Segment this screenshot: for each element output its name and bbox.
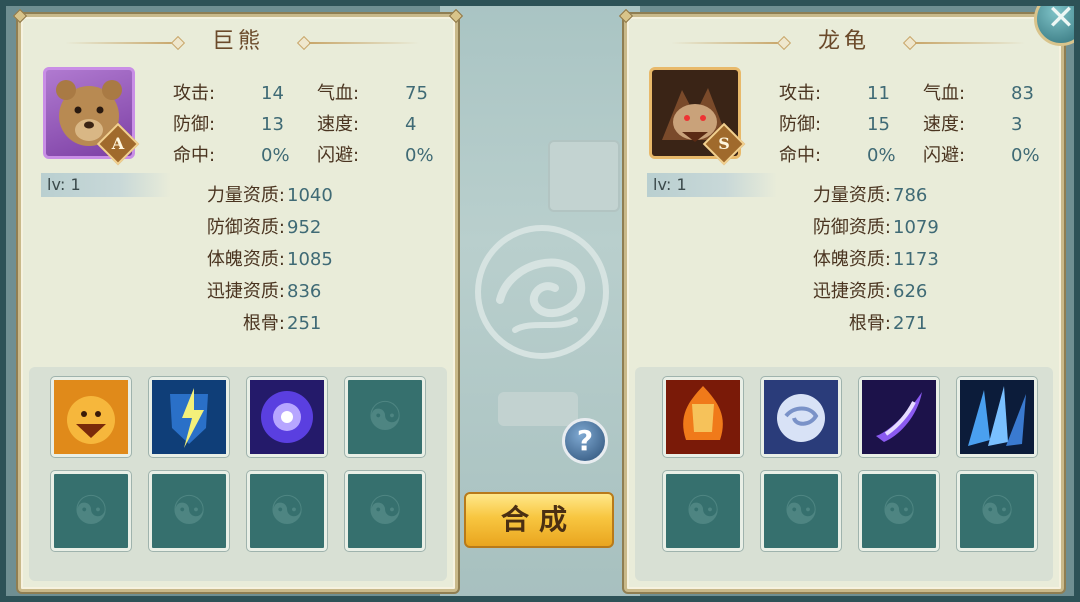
- stat-attack: 攻击: 14: [173, 83, 284, 104]
- pet-name: 巨熊: [211, 29, 264, 54]
- aptitude-agility: 迅捷资质: 626: [812, 281, 928, 302]
- stat-attack: 攻击: 11: [779, 83, 890, 104]
- pet-panel-left: 巨熊 A lv: 1 攻击: 14 气血: 75 防御: 13 速度: 4 命中: 0% …: [12, 8, 464, 592]
- skill-slot-empty[interactable]: [247, 471, 327, 551]
- corner-ornament: [12, 8, 28, 24]
- dragon-emblem-icon: [475, 225, 609, 359]
- lock-decoration: [498, 392, 578, 426]
- seal-decoration: [548, 140, 620, 212]
- skill-slot-empty[interactable]: [345, 471, 425, 551]
- skill-slot[interactable]: [663, 377, 743, 457]
- aptitude-defense: 防御资质: 1079: [812, 217, 939, 238]
- aptitude-defense: 防御资质: 952: [206, 217, 322, 238]
- wind-orb-icon: [764, 380, 838, 454]
- stat-dodge: 闪避: 0%: [317, 145, 434, 166]
- level-bar: lv: 1: [647, 173, 777, 197]
- skill-slot-empty[interactable]: [663, 471, 743, 551]
- pet-title: 巨熊: [21, 25, 455, 59]
- skill-slot[interactable]: [957, 377, 1037, 457]
- stat-dodge: 闪避: 0%: [923, 145, 1040, 166]
- stat-hit: 命中: 0%: [173, 145, 290, 166]
- lightning-shield-icon: [152, 380, 226, 454]
- level-bar: lv: 1: [41, 173, 171, 197]
- purple-slash-icon: [862, 380, 936, 454]
- aptitude-physique: 体魄资质: 1173: [812, 249, 939, 270]
- help-button[interactable]: ?: [562, 418, 608, 464]
- aptitude-agility: 迅捷资质: 836: [206, 281, 322, 302]
- level-text: lv: 1: [653, 175, 687, 194]
- stat-defense: 防御: 15: [779, 114, 890, 135]
- skill-slot-empty[interactable]: [345, 377, 425, 457]
- skill-slot[interactable]: [149, 377, 229, 457]
- grade-letter: A: [111, 134, 125, 153]
- stat-hp: 气血: 75: [317, 83, 428, 104]
- lion-roar-icon: [54, 380, 128, 454]
- aptitude-bone: 根骨: 271: [848, 313, 928, 334]
- skill-slot[interactable]: [247, 377, 327, 457]
- level-text: lv: 1: [47, 175, 81, 194]
- skill-slot-empty[interactable]: [859, 471, 939, 551]
- skill-slot-empty[interactable]: [761, 471, 841, 551]
- pet-panel-right: 龙龟 S lv: 1 攻击: 11 气血: 83 防御: 15 速度: 3 命中: 0% …: [618, 8, 1064, 592]
- pet-name: 龙龟: [817, 29, 870, 54]
- ice-shards-icon: [960, 380, 1034, 454]
- stat-speed: 速度: 4: [317, 114, 417, 135]
- merge-button[interactable]: 合成: [464, 492, 614, 548]
- pet-title: 龙龟: [627, 25, 1061, 59]
- stat-hp: 气血: 83: [923, 83, 1034, 104]
- stat-speed: 速度: 3: [923, 114, 1023, 135]
- aptitude-physique: 体魄资质: 1085: [206, 249, 333, 270]
- aptitude-strength: 力量资质: 786: [812, 185, 928, 206]
- aptitude-bone: 根骨: 251: [242, 313, 322, 334]
- stat-defense: 防御: 13: [173, 114, 284, 135]
- skill-slot-empty[interactable]: [51, 471, 131, 551]
- aptitude-strength: 力量资质: 1040: [206, 185, 333, 206]
- skill-slot[interactable]: [859, 377, 939, 457]
- skill-grid: [635, 367, 1053, 581]
- grade-letter: S: [718, 134, 730, 153]
- skill-slot[interactable]: [51, 377, 131, 457]
- skill-slot-empty[interactable]: [957, 471, 1037, 551]
- stat-hit: 命中: 0%: [779, 145, 896, 166]
- fire-shield-icon: [666, 380, 740, 454]
- close-icon: ✕: [1046, 0, 1076, 38]
- skill-grid: [29, 367, 447, 581]
- purple-orb-icon: [250, 380, 324, 454]
- skill-slot[interactable]: [761, 377, 841, 457]
- skill-slot-empty[interactable]: [149, 471, 229, 551]
